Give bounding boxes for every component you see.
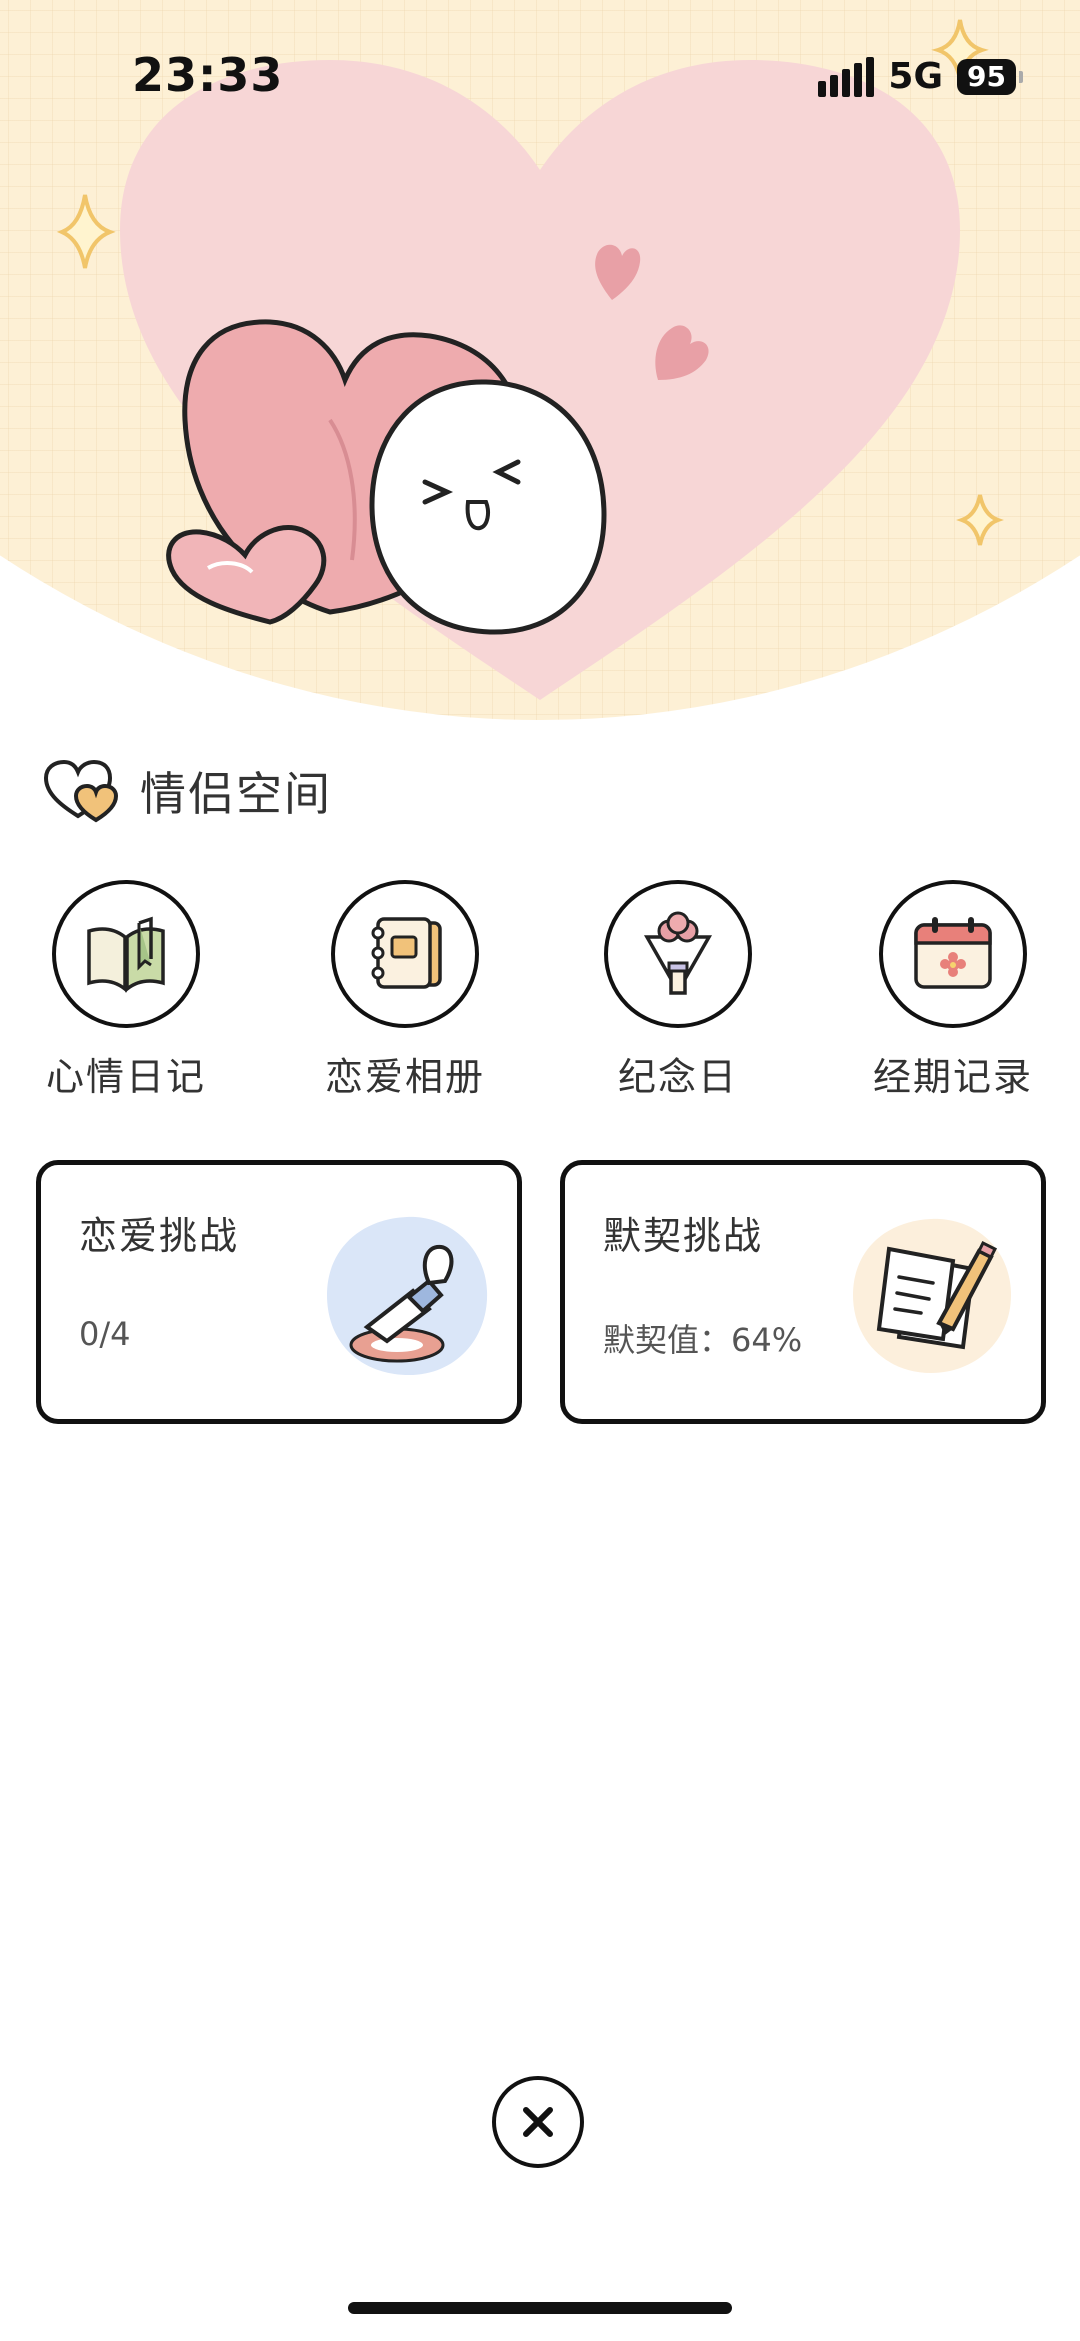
network-type: 5G bbox=[888, 56, 944, 97]
feature-label: 心情日记 bbox=[45, 1055, 206, 1099]
header-illustration bbox=[0, 0, 1080, 720]
close-icon bbox=[523, 2107, 553, 2137]
card-score: 默契值：64% bbox=[603, 1321, 803, 1359]
section-title: 情侣空间 bbox=[140, 767, 332, 821]
note-pencil-icon bbox=[853, 1218, 1011, 1373]
signal-strength-icon bbox=[818, 56, 875, 97]
calendar-icon bbox=[914, 917, 992, 989]
card-title: 恋爱挑战 bbox=[79, 1214, 240, 1258]
anniversary-icon-circle bbox=[604, 880, 752, 1028]
hero-art bbox=[56, 19, 1004, 700]
diary-icon-circle bbox=[52, 880, 200, 1028]
feature-label: 经期记录 bbox=[872, 1055, 1033, 1099]
section-header: 情侣空间 bbox=[42, 758, 332, 824]
feature-love-album[interactable]: 恋爱相册 bbox=[305, 880, 505, 1101]
feature-anniversary[interactable]: 纪念日 bbox=[578, 880, 778, 1101]
battery-level: 95 bbox=[957, 58, 1023, 95]
status-indicators: 5G 95 bbox=[818, 56, 1023, 97]
stamp-icon bbox=[327, 1216, 488, 1375]
photo-album-icon bbox=[371, 917, 442, 989]
tacit-challenge-card[interactable]: 默契挑战 默契值：64% bbox=[560, 1160, 1046, 1424]
sparkle-icon bbox=[56, 194, 116, 269]
love-challenge-card[interactable]: 恋爱挑战 0/4 bbox=[36, 1160, 522, 1424]
diary-book-icon bbox=[87, 916, 165, 993]
status-time: 23:33 bbox=[132, 48, 284, 102]
sparkle-icon bbox=[956, 494, 1004, 546]
home-indicator[interactable] bbox=[348, 2302, 732, 2314]
bouquet-icon bbox=[643, 911, 713, 995]
close-button[interactable] bbox=[492, 2076, 584, 2168]
album-icon-circle bbox=[331, 880, 479, 1028]
feature-mood-diary[interactable]: 心情日记 bbox=[26, 880, 226, 1101]
feature-grid: 心情日记 恋爱相册 纪念日 经期记录 bbox=[0, 880, 1080, 1110]
period-icon-circle bbox=[879, 880, 1027, 1028]
card-progress: 0/4 bbox=[79, 1315, 131, 1353]
couple-hearts-icon bbox=[43, 759, 119, 823]
feature-label: 纪念日 bbox=[617, 1055, 738, 1099]
card-title: 默契挑战 bbox=[603, 1214, 764, 1258]
feature-label: 恋爱相册 bbox=[324, 1055, 485, 1099]
feature-period-record[interactable]: 经期记录 bbox=[853, 880, 1053, 1101]
